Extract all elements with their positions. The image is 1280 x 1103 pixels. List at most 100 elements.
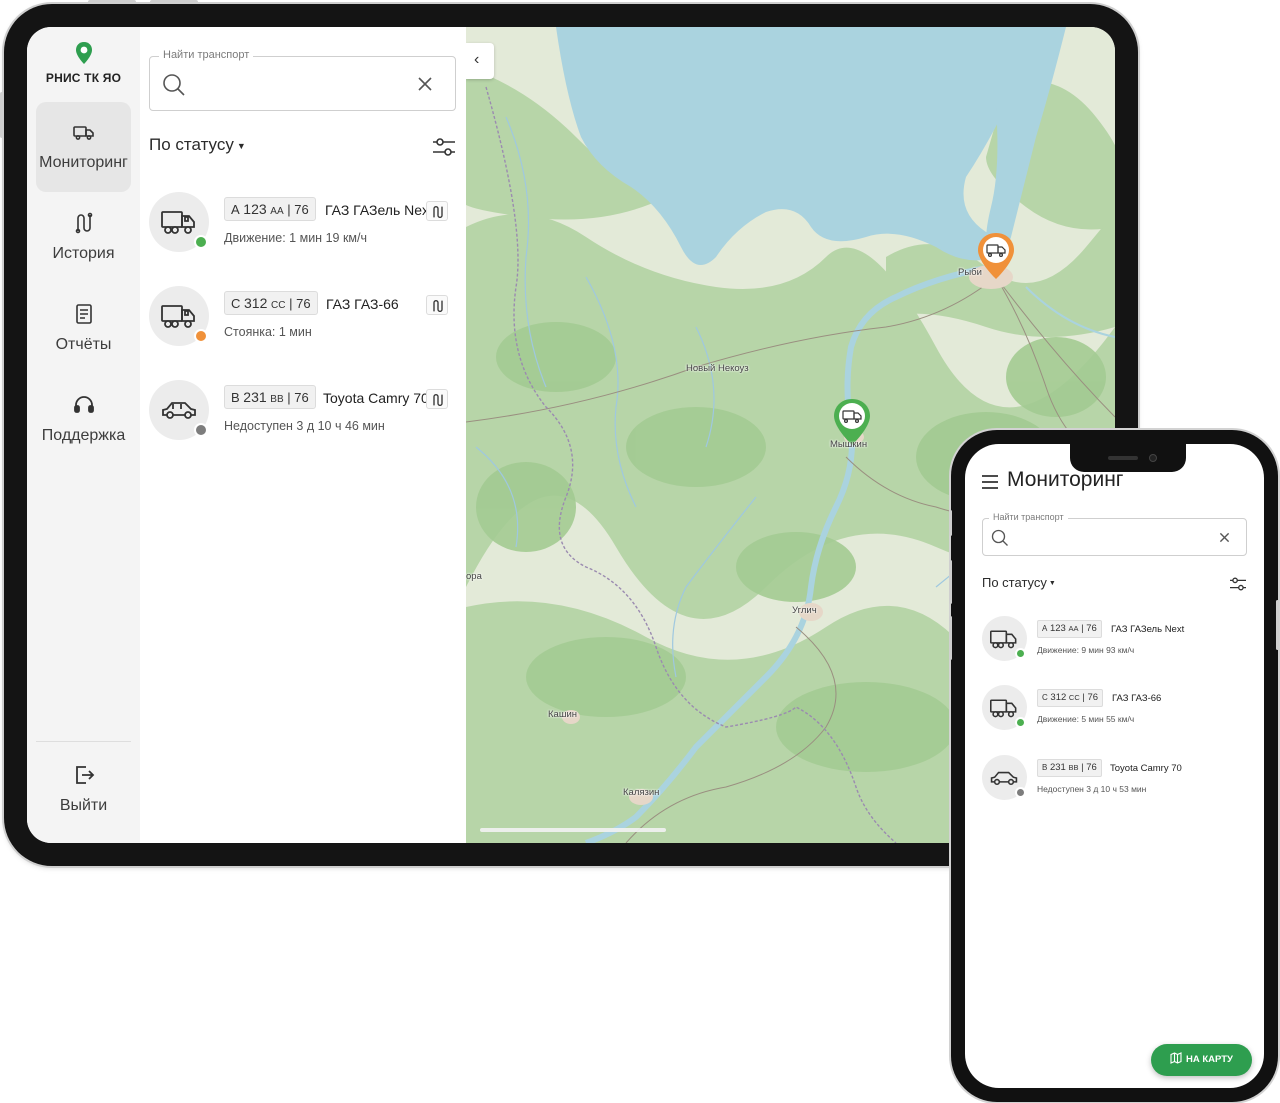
status-filter-dropdown[interactable]: По статусу ▼ (982, 575, 1056, 590)
logout-icon (75, 766, 94, 784)
search-input[interactable]: Найти транспорт (982, 512, 1247, 556)
status-indicator (194, 423, 208, 437)
vehicle-list-item[interactable]: А 123 АА | 76 ГАЗ ГАЗель Next Движение: … (149, 192, 459, 256)
plate-number: 123 (1049, 623, 1066, 634)
route-history-button[interactable] (426, 295, 448, 315)
plate-region: 76 (1086, 623, 1097, 634)
plate-separator: | (1081, 623, 1084, 634)
vehicle-name: ГАЗ ГАЗ-66 (1112, 693, 1162, 704)
phone-device: Мониторинг Найти транспорт По статусу▼ (949, 430, 1279, 1102)
plate-region: 76 (1087, 692, 1099, 703)
vehicle-list-item[interactable]: С 312 СС | 76 ГАЗ ГАЗ-66 Движение: 5 мин… (982, 685, 1252, 733)
vehicle-list-item[interactable]: В 231 ВВ | 76 Toyota Camry 70 Недоступен… (149, 380, 459, 444)
license-plate: С 312 СС | 76 (224, 291, 318, 315)
truck-icon (990, 630, 1017, 649)
phone-side-button (1276, 600, 1279, 650)
phone-side-button (949, 616, 952, 660)
vehicle-list-item[interactable]: А 123 АА | 76 ГАЗ ГАЗель Next Движение: … (982, 616, 1252, 664)
plate-letter: А (231, 202, 240, 217)
plate-region: 76 (296, 296, 311, 311)
caret-down-icon: ▼ (236, 140, 246, 151)
collapse-panel-button[interactable]: ‹ (466, 43, 494, 79)
show-on-map-button[interactable]: НА КАРТУ (1151, 1044, 1252, 1076)
map-label-city: Углич (792, 605, 817, 616)
filter-settings-icon[interactable] (432, 136, 456, 158)
plate-region: 76 (294, 390, 309, 405)
plate-separator: | (1082, 692, 1085, 703)
chevron-left-icon: ‹ (474, 51, 480, 68)
phone-side-button (949, 510, 952, 536)
nav-item-monitoring[interactable]: Мониторинг (36, 102, 131, 192)
license-plate: С 312 СС | 76 (1037, 689, 1104, 707)
route-icon (433, 206, 443, 218)
status-indicator (194, 235, 208, 249)
map-label-city: Калязин (623, 787, 660, 798)
route-history-button[interactable] (426, 201, 448, 221)
vehicle-avatar (149, 192, 209, 252)
plate-separator: | (287, 202, 291, 217)
close-icon[interactable] (417, 76, 433, 92)
search-input[interactable]: Найти транспорт (149, 49, 456, 111)
report-icon (75, 304, 92, 324)
vehicle-avatar (982, 755, 1027, 800)
logout-label: Выйти (59, 797, 108, 814)
caret-down-icon: ▼ (1048, 580, 1056, 588)
plate-number: 312 (1050, 692, 1067, 703)
license-plate: А 123 АА | 76 (1037, 620, 1102, 638)
vehicle-name: ГАЗ ГАЗель Next (325, 202, 433, 218)
plate-separator: | (287, 390, 291, 405)
status-filter-label: По статусу (982, 575, 1047, 590)
plate-suffix: ВВ (270, 394, 284, 405)
map-icon (1170, 1052, 1182, 1065)
front-camera (1149, 454, 1157, 462)
route-icon (433, 394, 443, 406)
location-pin-icon (75, 42, 92, 64)
plate-suffix: АА (270, 206, 284, 217)
vehicle-status: Недоступен 3 д 10 ч 53 мин (1037, 784, 1147, 794)
nav-item-reports[interactable]: Отчёты (36, 284, 131, 374)
vehicle-name: ГАЗ ГАЗель Next (1111, 624, 1185, 635)
plate-letter: С (1042, 693, 1048, 702)
vehicle-avatar (149, 286, 209, 346)
vehicle-status: Движение: 9 мин 93 км/ч (1037, 645, 1135, 655)
truck-icon (161, 211, 195, 234)
headset-icon (73, 396, 94, 413)
plate-region: 76 (1086, 762, 1097, 773)
show-on-map-label: НА КАРТУ (1186, 1054, 1233, 1065)
close-icon[interactable] (1219, 532, 1230, 543)
hamburger-menu-icon[interactable] (981, 475, 999, 489)
search-input-label: Найти транспорт (159, 49, 254, 61)
plate-suffix: СС (1068, 693, 1080, 702)
vehicle-status: Движение: 5 мин 55 км/ч (1037, 714, 1135, 724)
plate-region: 76 (294, 202, 309, 217)
vehicle-list-panel: Найти транспорт По статусу ▼ А 123 АА | … (140, 27, 466, 843)
plate-letter: С (231, 296, 241, 311)
status-indicator (1015, 717, 1026, 728)
vehicle-list-item[interactable]: В 231 ВВ | 76 Toyota Camry 70 Недоступен… (982, 755, 1252, 803)
nav-item-support[interactable]: Поддержка (36, 375, 131, 465)
app-brand-name: РНИС ТК ЯО (45, 71, 122, 85)
plate-number: 231 (243, 389, 267, 405)
nav-item-history[interactable]: История (36, 193, 131, 283)
nav-item-label: Поддержка (41, 427, 126, 444)
vehicle-name: Toyota Camry 70 (323, 390, 429, 406)
plate-letter: А (1042, 624, 1048, 633)
status-indicator (194, 329, 208, 343)
phone-screen: Мониторинг Найти транспорт По статусу▼ (965, 444, 1264, 1088)
route-history-button[interactable] (426, 389, 448, 409)
logout-button[interactable]: Выйти (36, 745, 131, 835)
vehicle-list-item[interactable]: С 312 СС | 76 ГАЗ ГАЗ-66 Стоянка: 1 мин (149, 286, 459, 350)
status-filter-dropdown[interactable]: По статусу ▼ (149, 135, 246, 155)
map-label-city: ора (466, 571, 482, 582)
filter-settings-icon[interactable] (1229, 576, 1247, 592)
home-indicator (480, 828, 666, 832)
nav-item-label: Мониторинг (39, 154, 128, 171)
vehicle-avatar (982, 685, 1027, 730)
vehicle-name: Toyota Camry 70 (1110, 763, 1182, 774)
plate-suffix: АА (1068, 624, 1079, 633)
nav-item-label: История (52, 245, 115, 262)
truck-icon (161, 305, 195, 328)
vehicle-avatar (982, 616, 1027, 661)
plate-letter: В (231, 390, 240, 405)
page-title: Мониторинг (1007, 468, 1124, 491)
